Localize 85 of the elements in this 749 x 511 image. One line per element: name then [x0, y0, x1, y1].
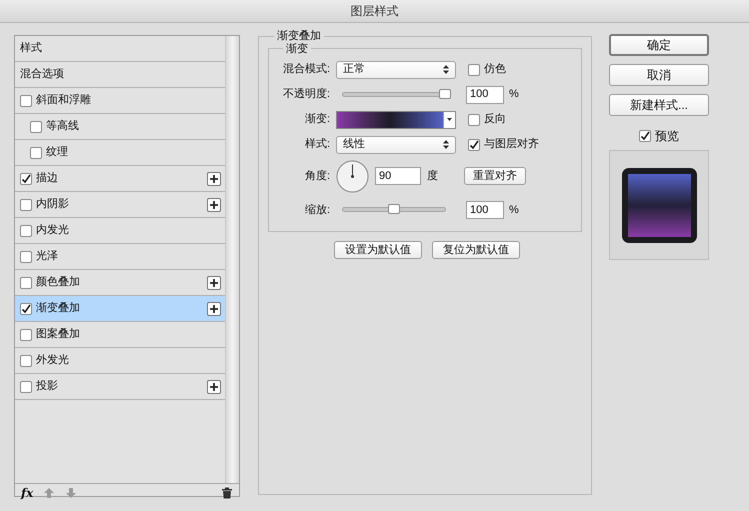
- style-list-item[interactable]: 斜面和浮雕: [15, 88, 225, 114]
- dialog-button[interactable]: 取消: [609, 64, 709, 86]
- slider-thumb[interactable]: [388, 204, 400, 214]
- gradient-picker[interactable]: [336, 110, 456, 128]
- default-button[interactable]: 设置为默认值: [334, 241, 422, 259]
- checkbox[interactable]: [20, 380, 32, 392]
- checkbox[interactable]: [468, 138, 480, 150]
- updown-arrows-icon: [443, 140, 449, 149]
- unit-label: 度: [427, 168, 438, 184]
- reset-align-button[interactable]: 重置对齐: [464, 167, 526, 185]
- style-list-item[interactable]: 描边: [15, 166, 225, 192]
- down-arrow-icon[interactable]: [65, 486, 78, 498]
- item-label: 内发光: [36, 223, 70, 238]
- slider-thumb[interactable]: [439, 88, 451, 98]
- item-label: 内阴影: [36, 197, 70, 212]
- trash-icon[interactable]: [221, 486, 233, 498]
- style-list-item[interactable]: 图案叠加: [15, 322, 225, 348]
- field-label: 渐变:: [304, 112, 331, 128]
- checkbox[interactable]: [20, 328, 32, 340]
- caret-icon: [447, 118, 452, 121]
- checkbox[interactable]: [30, 120, 42, 132]
- blend-mode-select[interactable]: 正常: [336, 60, 456, 78]
- style-list-item[interactable]: 内阴影: [15, 192, 225, 218]
- style-list-item[interactable]: 渐变叠加: [15, 296, 225, 322]
- field-label: 混合模式:: [282, 62, 331, 78]
- group-title: 渐变: [285, 42, 309, 56]
- window-title: 图层样式: [350, 3, 398, 20]
- style-list-item[interactable]: 投影: [15, 374, 225, 400]
- style-list-item[interactable]: 光泽: [15, 244, 225, 270]
- add-icon[interactable]: [207, 302, 221, 316]
- updown-arrows-icon: [443, 65, 449, 74]
- checkbox[interactable]: [20, 94, 32, 106]
- scrollbar[interactable]: [225, 36, 239, 483]
- field-label: 缩放:: [304, 202, 331, 218]
- checkbox[interactable]: [20, 172, 32, 184]
- checkbox[interactable]: [20, 354, 32, 366]
- checkbox[interactable]: [20, 276, 32, 288]
- add-icon[interactable]: [207, 276, 221, 290]
- item-label: 渐变叠加: [36, 300, 81, 316]
- dialog-button[interactable]: 新建样式...: [609, 94, 709, 116]
- checkbox-label: 与图层对齐: [484, 136, 539, 152]
- style-select[interactable]: 线性: [336, 136, 456, 154]
- add-icon[interactable]: [207, 198, 221, 212]
- add-icon[interactable]: [207, 380, 221, 394]
- style-list-item[interactable]: 内发光: [15, 218, 225, 244]
- up-arrow-icon[interactable]: [43, 486, 56, 498]
- number-field[interactable]: 100: [466, 201, 504, 219]
- checkbox-label: 预览: [655, 128, 679, 145]
- item-label: 斜面和浮雕: [36, 93, 92, 108]
- dialog-button[interactable]: 确定: [609, 34, 709, 56]
- item-label: 光泽: [36, 249, 59, 264]
- checkbox[interactable]: [20, 198, 32, 210]
- checkbox-label: 仿色: [484, 62, 506, 78]
- item-label: 描边: [36, 171, 59, 186]
- field-label: 角度:: [304, 168, 331, 184]
- checkbox[interactable]: [20, 224, 32, 236]
- checkbox[interactable]: [468, 114, 480, 126]
- checkbox[interactable]: [468, 64, 480, 76]
- fx-button[interactable]: fx: [21, 484, 34, 502]
- field-label: 样式:: [304, 137, 331, 152]
- unit-label: %: [509, 87, 519, 102]
- angle-dial[interactable]: [336, 160, 369, 192]
- unit-label: %: [509, 202, 519, 218]
- item-label: 投影: [36, 379, 59, 394]
- style-list-item[interactable]: 纹理: [15, 140, 225, 166]
- item-label: 纹理: [46, 145, 69, 160]
- number-field[interactable]: 90: [375, 167, 421, 185]
- field-label: 不透明度:: [282, 86, 331, 102]
- checkbox[interactable]: [20, 302, 32, 314]
- style-list-item[interactable]: 外发光: [15, 348, 225, 374]
- item-label: 等高线: [46, 118, 80, 134]
- item-label: 外发光: [36, 353, 70, 368]
- item-label: 颜色叠加: [36, 274, 81, 290]
- item-label: 样式: [20, 41, 43, 56]
- checkbox[interactable]: [639, 130, 651, 142]
- default-button[interactable]: 复位为默认值: [432, 241, 520, 259]
- checkbox-label: 反向: [484, 112, 506, 128]
- number-field[interactable]: 100: [466, 86, 504, 104]
- item-label: 图案叠加: [36, 326, 81, 342]
- group-title: 渐变叠加: [276, 28, 322, 42]
- checkbox[interactable]: [20, 250, 32, 262]
- checkbox[interactable]: [30, 146, 42, 158]
- add-icon[interactable]: [207, 172, 221, 186]
- item-label: 混合选项: [20, 67, 65, 82]
- style-list-item[interactable]: 等高线: [15, 114, 225, 140]
